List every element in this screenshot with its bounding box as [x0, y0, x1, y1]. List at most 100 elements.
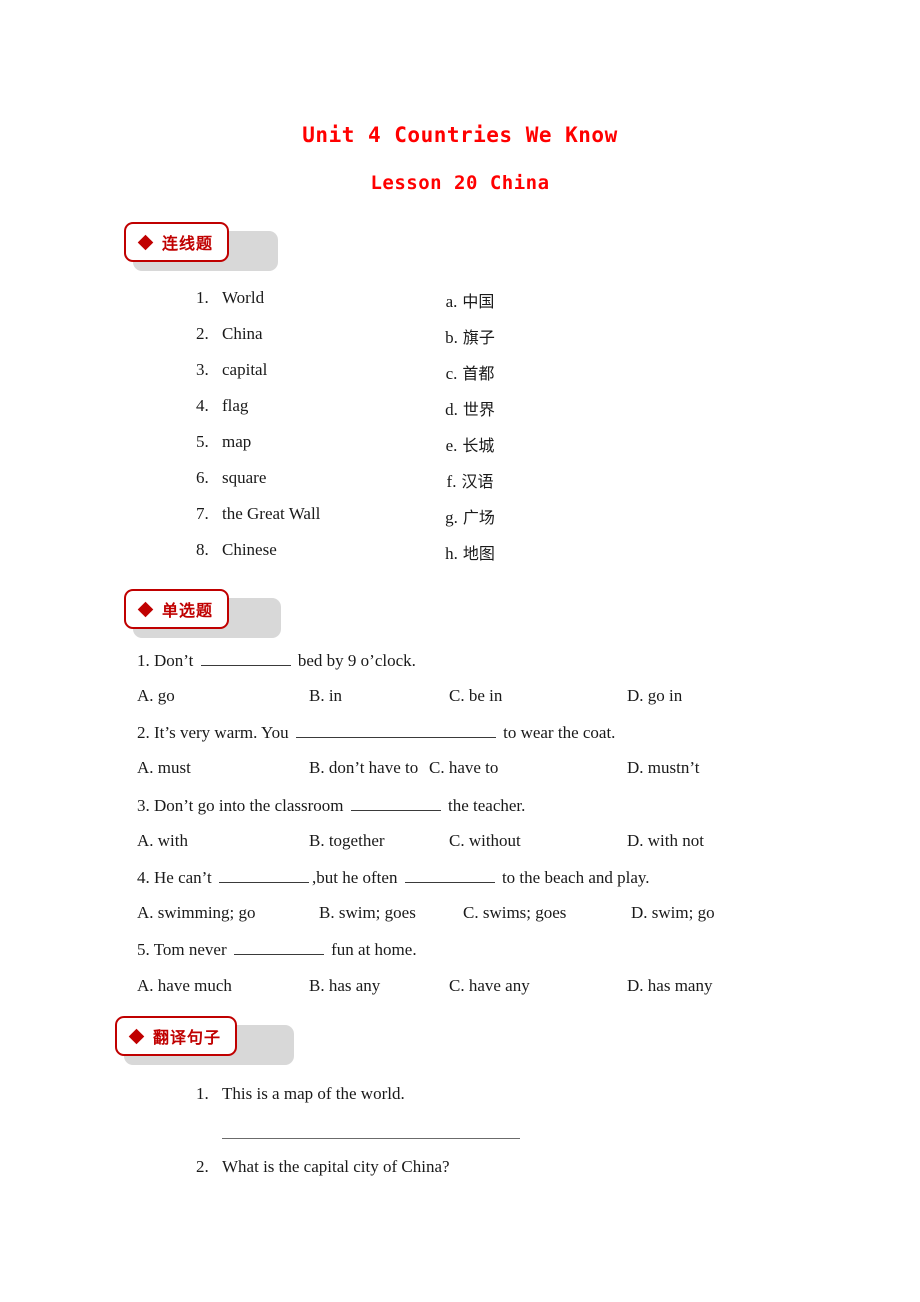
table-row: 1. World a. 中国: [0, 288, 920, 314]
option-d[interactable]: D. mustn’t: [627, 758, 699, 778]
item-number: 2.: [196, 324, 209, 343]
option-d[interactable]: D. swim; go: [631, 903, 715, 923]
item-text: the Great Wall: [222, 504, 321, 523]
question-options: A. with B. together C. without D. with not: [137, 831, 837, 851]
option-b[interactable]: B. has any: [309, 976, 449, 996]
item-number: 5.: [196, 432, 209, 451]
answer-blank[interactable]: [219, 867, 309, 883]
match-left-item[interactable]: 6. square: [196, 468, 266, 488]
badge-multiple-choice: 单选题: [124, 589, 230, 629]
diamond-bullet-icon: [128, 1028, 145, 1044]
item-number: 3.: [196, 360, 209, 379]
stem-after: to the beach and play.: [501, 868, 650, 887]
stem-before: 2. It’s very warm. You: [137, 723, 289, 742]
option-a[interactable]: A. go: [137, 686, 309, 706]
question-options: A. have much B. has any C. have any D. has …: [137, 976, 837, 996]
match-right-item[interactable]: f. 汉语: [380, 468, 560, 492]
answer-blank-2[interactable]: [404, 867, 495, 883]
item-text: 地图: [462, 544, 495, 563]
list-item: 1. This is a map of the world.: [196, 1084, 405, 1104]
answer-blank[interactable]: [295, 722, 496, 738]
table-row: 3. capital c. 首都: [0, 360, 920, 386]
stem-mid: ,but he often: [312, 868, 398, 887]
item-number: 1.: [196, 1084, 209, 1103]
item-number: 1.: [196, 288, 209, 307]
match-right-item[interactable]: d. 世界: [380, 396, 560, 420]
match-right-item[interactable]: a. 中国: [380, 288, 560, 312]
item-letter: a.: [445, 292, 458, 311]
list-item: 2. What is the capital city of China?: [196, 1157, 450, 1177]
badge-matching: 连线题: [124, 222, 230, 262]
match-right-item[interactable]: h. 地图: [380, 540, 560, 564]
badge-translation: 翻译句子: [115, 1016, 238, 1056]
option-d[interactable]: D. with not: [627, 831, 704, 851]
option-a[interactable]: A. must: [137, 758, 309, 778]
option-c[interactable]: C. be in: [449, 686, 627, 706]
match-right-item[interactable]: g. 广场: [380, 504, 560, 528]
option-c[interactable]: C. have to: [429, 758, 627, 778]
item-letter: g.: [445, 508, 458, 527]
item-text: 中国: [462, 292, 495, 311]
page-subtitle: Lesson 20 China: [370, 172, 550, 194]
option-b[interactable]: B. swim; goes: [319, 903, 463, 923]
item-letter: h.: [445, 544, 458, 563]
question-options: A. swimming; go B. swim; goes C. swims; go…: [137, 903, 837, 923]
section-header-translation: 翻译句子: [115, 1016, 294, 1065]
match-right-item[interactable]: b. 旗子: [380, 324, 560, 348]
question-stem: 4. He can’t ,but he often to the beach a…: [137, 867, 650, 888]
question-stem: 3. Don’t go into the classroom the teach…: [137, 795, 525, 816]
item-text: China: [222, 324, 263, 343]
item-text: What is the capital city of China?: [222, 1157, 450, 1176]
stem-before: 4. He can’t: [137, 868, 212, 887]
answer-line[interactable]: [222, 1138, 520, 1139]
section-header-multiple-choice: 单选题: [124, 589, 281, 638]
option-a[interactable]: A. with: [137, 831, 309, 851]
stem-before: 3. Don’t go into the classroom: [137, 796, 344, 815]
page-title: Unit 4 Countries We Know: [302, 123, 618, 147]
option-c[interactable]: C. swims; goes: [463, 903, 631, 923]
item-text: 旗子: [462, 328, 495, 347]
option-a[interactable]: A. have much: [137, 976, 309, 996]
item-text: capital: [222, 360, 268, 379]
question-stem: 5. Tom never fun at home.: [137, 939, 417, 960]
item-text: Chinese: [222, 540, 277, 559]
option-b[interactable]: B. in: [309, 686, 449, 706]
section-label: 连线题: [162, 234, 214, 253]
section-header-matching: 连线题: [124, 222, 278, 271]
option-c[interactable]: C. without: [449, 831, 627, 851]
option-c[interactable]: C. have any: [449, 976, 627, 996]
match-right-item[interactable]: c. 首都: [380, 360, 560, 384]
item-text: 广场: [462, 508, 495, 527]
match-left-item[interactable]: 2. China: [196, 324, 263, 344]
diamond-bullet-icon: [137, 601, 154, 617]
stem-after: bed by 9 o’clock.: [297, 651, 416, 670]
match-left-item[interactable]: 4. flag: [196, 396, 248, 416]
match-left-item[interactable]: 7. the Great Wall: [196, 504, 320, 524]
item-letter: b.: [445, 328, 458, 347]
answer-blank[interactable]: [350, 795, 441, 811]
question-stem: 1. Don’t bed by 9 o’clock.: [137, 650, 416, 671]
item-text: 首都: [462, 364, 495, 383]
answer-blank[interactable]: [233, 939, 324, 955]
option-d[interactable]: D. go in: [627, 686, 682, 706]
option-d[interactable]: D. has many: [627, 976, 712, 996]
section-label: 翻译句子: [153, 1028, 222, 1047]
match-left-item[interactable]: 3. capital: [196, 360, 267, 380]
option-b[interactable]: B. don’t have to: [309, 758, 429, 778]
option-a[interactable]: A. swimming; go: [137, 903, 319, 923]
answer-blank[interactable]: [200, 650, 291, 666]
item-number: 6.: [196, 468, 209, 487]
stem-after: fun at home.: [331, 940, 417, 959]
match-left-item[interactable]: 5. map: [196, 432, 251, 452]
table-row: 6. square f. 汉语: [0, 468, 920, 494]
match-left-item[interactable]: 1. World: [196, 288, 264, 308]
item-text: 长城: [462, 436, 495, 455]
match-left-item[interactable]: 8. Chinese: [196, 540, 277, 560]
match-right-item[interactable]: e. 长城: [380, 432, 560, 456]
item-text: square: [222, 468, 267, 487]
worksheet-page: Unit 4 Countries We Know Lesson 20 China…: [0, 0, 920, 1302]
item-letter: f.: [446, 472, 457, 491]
diamond-bullet-icon: [137, 234, 154, 250]
section-label: 单选题: [162, 601, 214, 620]
option-b[interactable]: B. together: [309, 831, 449, 851]
